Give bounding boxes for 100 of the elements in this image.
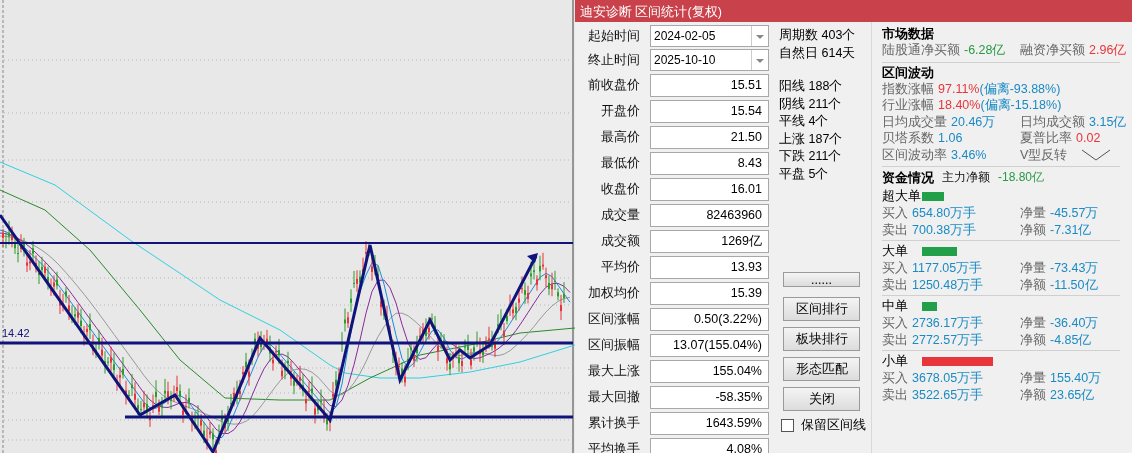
field-label: 成交额 xyxy=(600,232,640,250)
stat-label: 买入 xyxy=(882,370,908,387)
stat-label: 卖出 xyxy=(882,386,908,403)
order-size-label: 小单 xyxy=(882,353,909,370)
field-label: 前收盘价 xyxy=(587,76,640,94)
stat-label: 净量 xyxy=(1020,370,1046,387)
field-label: 成交量 xyxy=(600,206,640,224)
stat-value: 2.96亿 xyxy=(1089,42,1127,59)
candle-stat: 平线 4个 xyxy=(779,113,830,130)
section-title: 市场数据 xyxy=(882,26,935,42)
chevron-down-icon[interactable] xyxy=(1081,148,1112,161)
stat-value: 18.40% xyxy=(938,97,981,114)
action-button[interactable]: 区间排行 xyxy=(783,297,860,321)
value-field[interactable]: 15.51 xyxy=(650,73,769,97)
period-stat: 周期数 403个 xyxy=(779,27,857,44)
stat-label: 夏普比率 xyxy=(1020,130,1072,147)
stat-label: 陆股通净买额 xyxy=(882,42,960,59)
stat-value: 0.02 xyxy=(1076,130,1101,147)
stat-label: 指数涨幅 xyxy=(882,80,934,97)
field-label: 终止时间 xyxy=(587,51,640,69)
value-field[interactable]: 21.50 xyxy=(650,125,769,149)
stat-value: 97.11% xyxy=(938,80,980,97)
price-label: 14.42 xyxy=(2,327,30,339)
stat-value: -7.31亿 xyxy=(1050,221,1092,238)
stat-value: 3678.05万手 xyxy=(912,370,984,387)
stat-value: (偏离-93.88%) xyxy=(979,80,1061,97)
date-dropdown[interactable]: 2025-10-10 xyxy=(650,49,769,71)
stat-label: 行业涨幅 xyxy=(882,97,934,114)
stat-value: 1250.48万手 xyxy=(912,276,984,293)
field-label: 最低价 xyxy=(600,154,640,172)
stat-label: 净额 xyxy=(1020,386,1046,403)
stat-label: 日均成交额 xyxy=(1020,113,1085,130)
value-field[interactable]: 1269亿 xyxy=(650,229,769,253)
value-field[interactable]: 13.93 xyxy=(650,255,769,279)
stat-value: -4.85亿 xyxy=(1050,331,1092,348)
stat-value: 2772.57万手 xyxy=(912,331,984,348)
field-label: 最大上涨 xyxy=(587,362,640,380)
stat-value: -11.50亿 xyxy=(1050,276,1098,293)
candle-stat: 下跌 211个 xyxy=(779,148,843,165)
stat-value: 3.15亿 xyxy=(1089,113,1127,130)
field-label: 加权均价 xyxy=(587,284,640,302)
stat-value: 23.65亿 xyxy=(1050,386,1095,403)
stat-value: 2736.17万手 xyxy=(912,315,984,332)
candle-stat: 平盘 5个 xyxy=(779,165,830,183)
value-field[interactable]: 8.43 xyxy=(650,151,769,175)
candle-stat: 上涨 187个 xyxy=(779,130,844,148)
period-stat: 自然日 614天 xyxy=(779,44,857,62)
field-label: 累计换手 xyxy=(587,414,640,432)
field-label: 开盘价 xyxy=(600,102,640,120)
value-field[interactable]: 155.04% xyxy=(650,359,769,383)
value-field[interactable]: 82463960 xyxy=(650,203,769,227)
action-button[interactable]: 关闭 xyxy=(783,387,860,411)
stat-label: 净额 xyxy=(1020,221,1046,238)
candle-stat: 阴线 211个 xyxy=(779,95,843,113)
date-dropdown[interactable]: 2024-02-05 xyxy=(650,25,769,47)
stat-value: 20.46万 xyxy=(951,113,996,130)
field-label: 平均价 xyxy=(600,258,640,276)
stat-label: 净量 xyxy=(1020,315,1046,332)
stat-label: 卖出 xyxy=(882,331,908,348)
stat-value: 1177.05万手 xyxy=(912,260,983,277)
stat-label: 区间波动率 xyxy=(882,146,947,163)
stat-value: -45.57万 xyxy=(1050,205,1099,222)
value-field[interactable]: 0.50(3.22%) xyxy=(650,307,769,331)
order-size-label: 超大单 xyxy=(882,188,922,205)
value-field[interactable]: 16.01 xyxy=(650,177,769,201)
stat-label: 净量 xyxy=(1020,260,1046,277)
stat-value: 700.38万手 xyxy=(912,221,977,238)
section-title: 资金情况 xyxy=(882,169,934,186)
field-label: 区间涨幅 xyxy=(587,310,640,328)
field-label: 最大回撤 xyxy=(587,388,640,406)
action-button[interactable]: 形态匹配 xyxy=(783,357,860,381)
stat-label: 主力净额 xyxy=(942,169,990,186)
stat-value: -36.40万 xyxy=(1050,315,1099,332)
value-field[interactable]: 13.07(155.04%) xyxy=(650,333,769,357)
checkbox[interactable] xyxy=(781,419,794,432)
action-button[interactable]: 板块排行 xyxy=(783,327,860,351)
candle-stat: 阳线 188个 xyxy=(779,78,844,95)
section-title: 区间波动 xyxy=(882,64,935,81)
order-size-label: 大单 xyxy=(882,243,909,260)
stat-value: 155.40万 xyxy=(1050,370,1102,387)
stat-label: 日均成交量 xyxy=(882,113,947,130)
stat-value: 3.46% xyxy=(951,146,987,163)
stat-label: 贝塔系数 xyxy=(882,130,934,147)
value-field[interactable]: 4.08% xyxy=(650,437,769,453)
field-label: 区间振幅 xyxy=(587,336,640,354)
value-field[interactable]: 15.39 xyxy=(650,281,769,305)
value-field[interactable]: 15.54 xyxy=(650,99,769,123)
stat-label: V型反转 xyxy=(1020,146,1068,163)
action-button[interactable]: ...... xyxy=(783,272,860,287)
stat-label: 买入 xyxy=(882,315,908,332)
checkbox-label: 保留区间线 xyxy=(801,417,866,434)
stat-label: 卖出 xyxy=(882,276,908,293)
stat-label: 买入 xyxy=(882,205,908,222)
value-field[interactable]: -58.35% xyxy=(650,385,769,409)
stat-label: 净额 xyxy=(1020,276,1046,293)
stat-value: 1.06 xyxy=(938,130,963,147)
stat-value: 3522.65万手 xyxy=(912,386,984,403)
stat-label: 融资净买额 xyxy=(1020,42,1085,59)
value-field[interactable]: 1643.59% xyxy=(650,411,769,435)
stat-value: (偏离-15.18%) xyxy=(980,97,1062,114)
